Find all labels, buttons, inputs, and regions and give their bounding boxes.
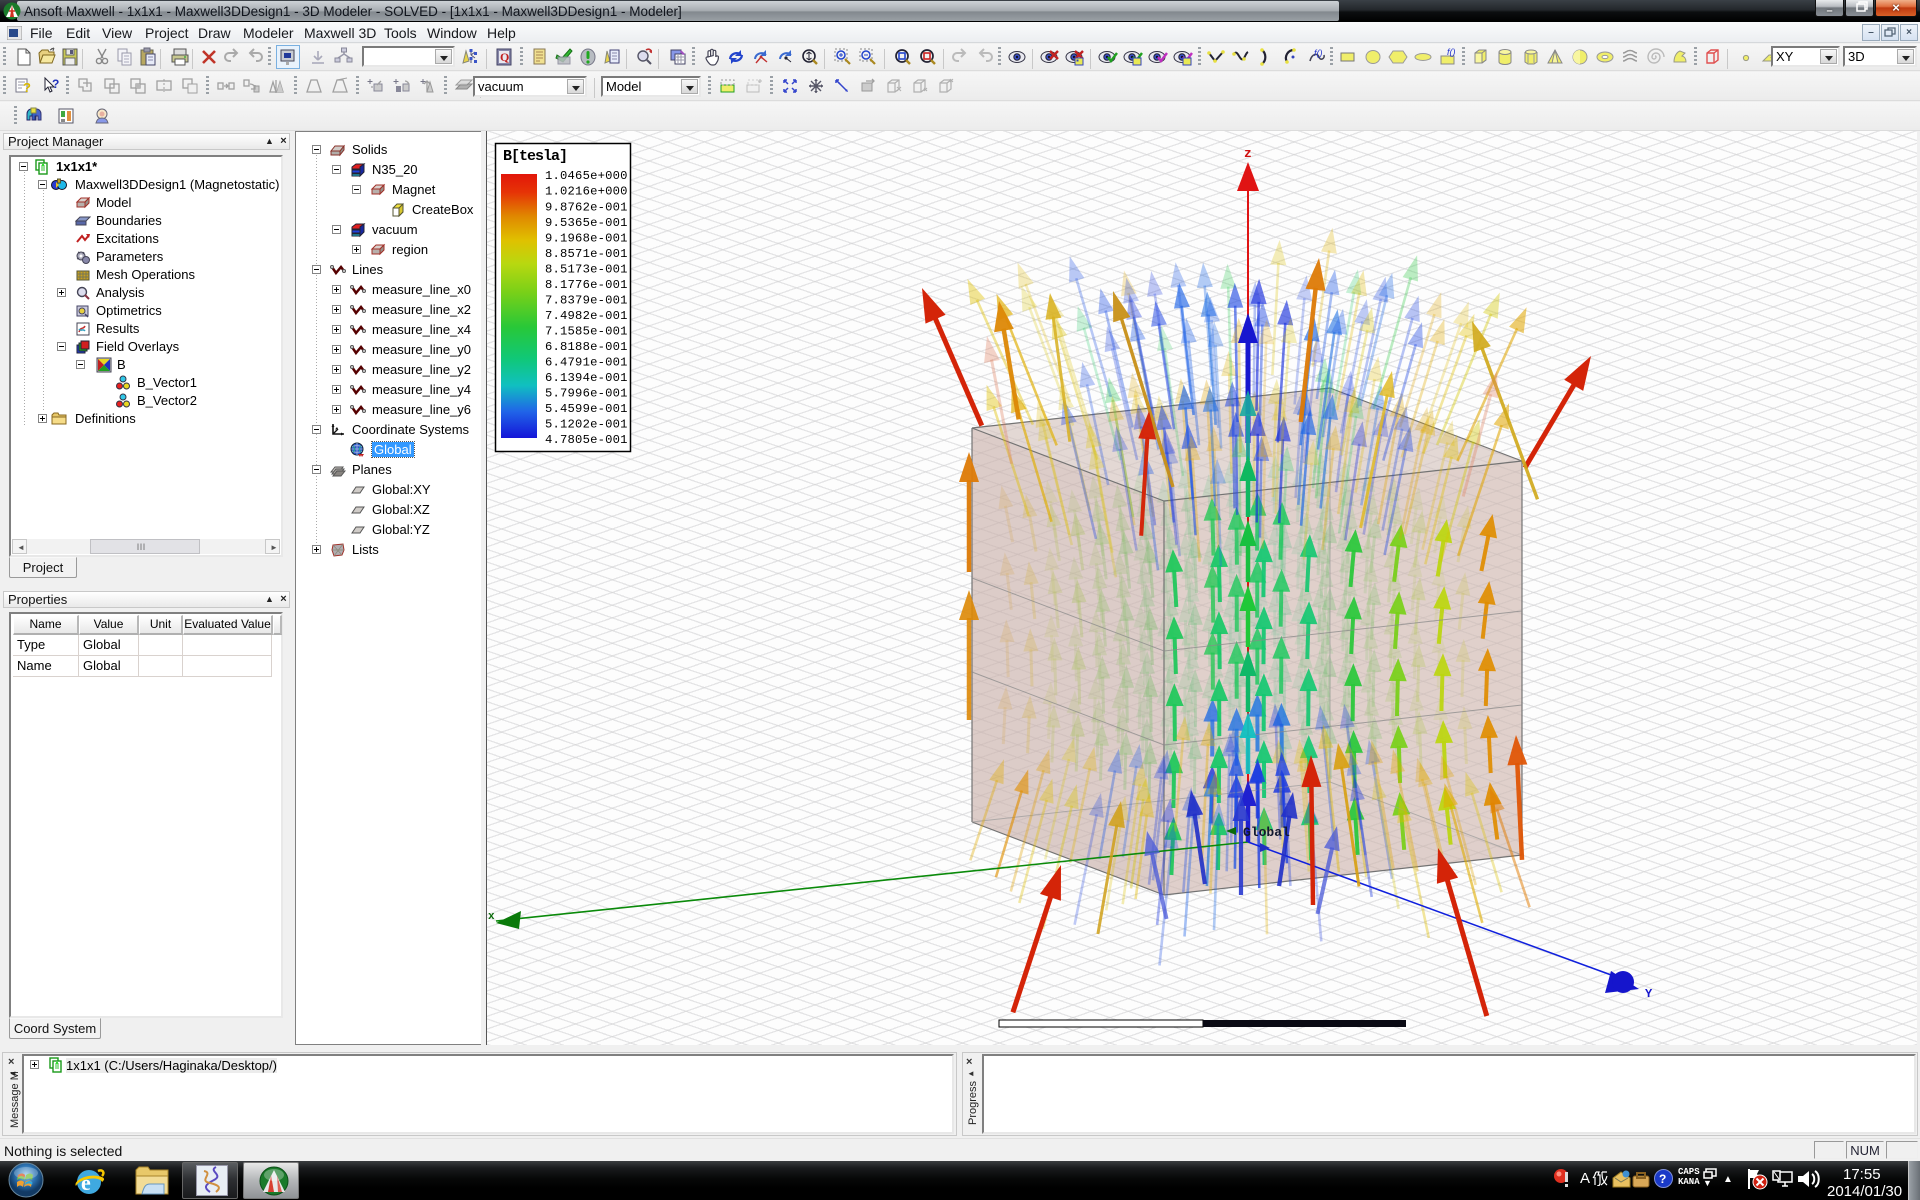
svg-text:6.4791e-001: 6.4791e-001 [545,356,628,370]
svg-text:6.8188e-001: 6.8188e-001 [545,340,628,354]
svg-text:x: x [488,911,495,923]
svg-text:9.8762e-001: 9.8762e-001 [545,200,628,214]
svg-text:f(): f() [1447,47,1456,57]
svg-text:B[tesla]: B[tesla] [503,148,567,165]
svg-text:9.1968e-001: 9.1968e-001 [545,231,628,245]
svg-text:9.5365e-001: 9.5365e-001 [545,216,628,230]
svg-text:5.4599e-001: 5.4599e-001 [545,402,628,416]
svg-text:Global: Global [1243,825,1290,840]
svg-text:5.7996e-001: 5.7996e-001 [545,387,628,401]
svg-text:4.7805e-001: 4.7805e-001 [545,433,628,447]
svg-text:?: ? [1659,1172,1666,1186]
svg-text:e: e [81,1170,91,1195]
svg-text:8.1776e-001: 8.1776e-001 [545,278,628,292]
svg-text:1.0465e+000: 1.0465e+000 [545,169,628,183]
svg-text:6.1394e-001: 6.1394e-001 [545,371,628,385]
svg-text:Q: Q [500,50,509,64]
svg-text:5.1202e-001: 5.1202e-001 [545,418,628,432]
svg-text:f(): f() [1314,48,1323,58]
svg-text:8.5173e-001: 8.5173e-001 [545,262,628,276]
svg-text:7.1585e-001: 7.1585e-001 [545,325,628,339]
svg-text:8.8571e-001: 8.8571e-001 [545,247,628,261]
svg-text:1.0216e+000: 1.0216e+000 [545,185,628,199]
svg-text:?: ? [52,77,59,91]
svg-text:7.8379e-001: 7.8379e-001 [545,293,628,307]
svg-text:Y: Y [1645,987,1653,1001]
svg-text:7.4982e-001: 7.4982e-001 [545,309,628,323]
svg-text:?: ? [23,80,31,95]
svg-text:z: z [1244,146,1252,161]
